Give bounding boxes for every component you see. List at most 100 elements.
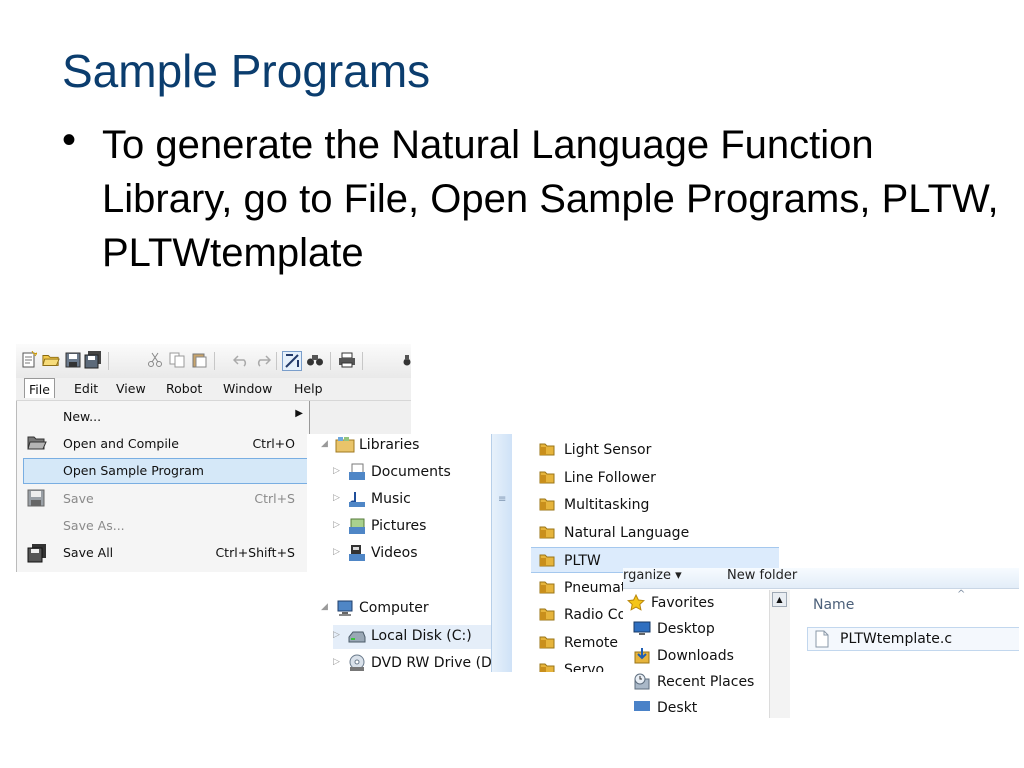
documents-icon (347, 463, 367, 481)
tree-item-music[interactable]: ▷ Music (333, 488, 491, 512)
menu-item-new[interactable]: New... ▶ (17, 404, 309, 430)
folder-item-label: Servo (564, 662, 605, 672)
tree-splitter[interactable]: ≡ (491, 434, 512, 672)
folder-item[interactable]: Line Follower (531, 465, 779, 491)
tree-item-libraries[interactable]: ◢ Libraries (321, 434, 491, 458)
toolbar (16, 344, 411, 378)
menu-item-open-and-compile[interactable]: Open and Compile Ctrl+O (17, 431, 309, 457)
menu-file[interactable]: File (24, 378, 55, 398)
collapsed-arrow-icon: ▷ (333, 547, 340, 557)
folder-item-label: Natural Language (564, 524, 690, 541)
name-column-header[interactable]: Name (813, 597, 854, 613)
folder-item-label: Line Follower (564, 469, 656, 486)
save-all-icon[interactable] (84, 351, 102, 369)
desktop-icon (633, 699, 653, 717)
menu-item-save[interactable]: Save Ctrl+S (17, 486, 309, 512)
menu-item-shortcut: Ctrl+O (252, 436, 295, 451)
compile-icon[interactable] (282, 351, 302, 371)
collapsed-arrow-icon: ▷ (333, 657, 340, 667)
folder-item[interactable]: Multitasking (531, 492, 779, 518)
menu-item-label: Save (63, 491, 94, 506)
tree-item-computer[interactable]: ◢ Computer (321, 597, 491, 621)
cut-icon[interactable] (146, 351, 164, 369)
menubar: File Edit View Robot Window Help (16, 378, 411, 401)
paste-icon[interactable] (190, 351, 208, 369)
nav-item-label: Downloads (657, 648, 734, 664)
recent-places-icon (633, 673, 653, 691)
folder-icon (539, 470, 555, 484)
menu-view[interactable]: View (116, 381, 146, 396)
expanded-arrow-icon: ◢ (321, 602, 328, 612)
floppy-disk-icon (27, 489, 47, 509)
find-icon[interactable] (398, 351, 411, 369)
folder-item-label: Radio Co (564, 607, 627, 623)
file-item-pltwtemplate[interactable]: PLTWtemplate.c (807, 627, 1019, 651)
collapsed-arrow-icon: ▷ (333, 493, 340, 503)
save-icon[interactable] (64, 351, 82, 369)
tree-item-label: Pictures (371, 518, 427, 534)
favorites-star-icon (626, 593, 647, 612)
tree-item-label: Computer (359, 600, 429, 616)
tree-item-dvd-drive[interactable]: ▷ DVD RW Drive (D (333, 652, 492, 672)
collapsed-arrow-icon: ▷ (333, 630, 340, 640)
sort-arrow-icon: ^ (957, 589, 966, 600)
slide-title: Sample Programs (62, 45, 431, 97)
menu-item-save-all[interactable]: Save All Ctrl+Shift+S (17, 540, 309, 566)
nav-item-label: Favorites (651, 595, 715, 611)
new-folder-button[interactable]: New folder (727, 568, 797, 583)
tree-item-local-disk[interactable]: ▷ Local Disk (C:) (333, 625, 491, 649)
nav-scrollbar[interactable]: ▲ (769, 590, 790, 718)
folder-item[interactable]: Natural Language (531, 520, 779, 546)
open-folder-icon (27, 434, 47, 454)
music-icon (347, 490, 367, 508)
bullet-point: • (62, 118, 77, 162)
downloads-icon (633, 647, 653, 665)
computer-icon (335, 599, 355, 617)
find-icon[interactable] (306, 351, 324, 369)
dialog-file-list: Name ^ PLTWtemplate.c (791, 589, 1019, 718)
open-folder-icon[interactable] (42, 351, 60, 369)
menu-edit[interactable]: Edit (74, 381, 98, 396)
folder-item-label: Remote C (564, 634, 633, 651)
scroll-up-icon[interactable]: ▲ (772, 592, 787, 607)
organize-button[interactable]: rganize ▾ (623, 568, 682, 583)
redo-icon[interactable] (254, 351, 272, 369)
grip-icon: ≡ (498, 494, 507, 505)
menu-item-label: Open and Compile (63, 436, 179, 451)
tree-item-label: DVD RW Drive (D (371, 655, 492, 671)
menu-window[interactable]: Window (223, 381, 272, 396)
tree-item-documents[interactable]: ▷ Documents (333, 461, 491, 485)
collapsed-arrow-icon: ▷ (333, 520, 340, 530)
file-item-label: PLTWtemplate.c (840, 631, 953, 647)
folder-icon (539, 662, 555, 672)
folder-icon (539, 580, 555, 594)
menu-item-label: Save All (63, 545, 114, 560)
folder-item-label: Pneumati (564, 579, 631, 596)
tree-item-videos[interactable]: ▷ Videos (333, 542, 491, 566)
pictures-icon (347, 517, 367, 535)
desktop-icon (633, 620, 653, 638)
tree-item-pictures[interactable]: ▷ Pictures (333, 515, 491, 539)
collapsed-arrow-icon: ▷ (333, 466, 340, 476)
folder-item-label: Multitasking (564, 497, 650, 513)
file-menu-dropdown: New... ▶ Open and Compile Ctrl+O Open Sa… (16, 401, 310, 572)
print-icon[interactable] (338, 351, 356, 369)
menu-item-save-as[interactable]: Save As... (17, 513, 309, 539)
folder-item[interactable]: Light Sensor (531, 437, 779, 463)
copy-icon[interactable] (168, 351, 186, 369)
tree-item-label: Documents (371, 464, 451, 480)
menu-help[interactable]: Help (294, 381, 323, 396)
folder-icon (539, 442, 555, 456)
new-file-icon[interactable] (20, 351, 38, 369)
menu-item-open-sample-program[interactable]: Open Sample Program (23, 458, 308, 484)
nav-item-label: Recent Places (657, 674, 755, 690)
videos-icon (347, 544, 367, 562)
menu-item-label: Open Sample Program (63, 463, 204, 478)
menu-item-label: New... (63, 409, 102, 424)
local-disk-icon (347, 627, 367, 645)
libraries-icon (335, 436, 355, 454)
menu-robot[interactable]: Robot (166, 381, 202, 396)
tree-item-label: Videos (371, 545, 418, 561)
undo-icon[interactable] (232, 351, 250, 369)
save-all-icon (27, 543, 47, 563)
